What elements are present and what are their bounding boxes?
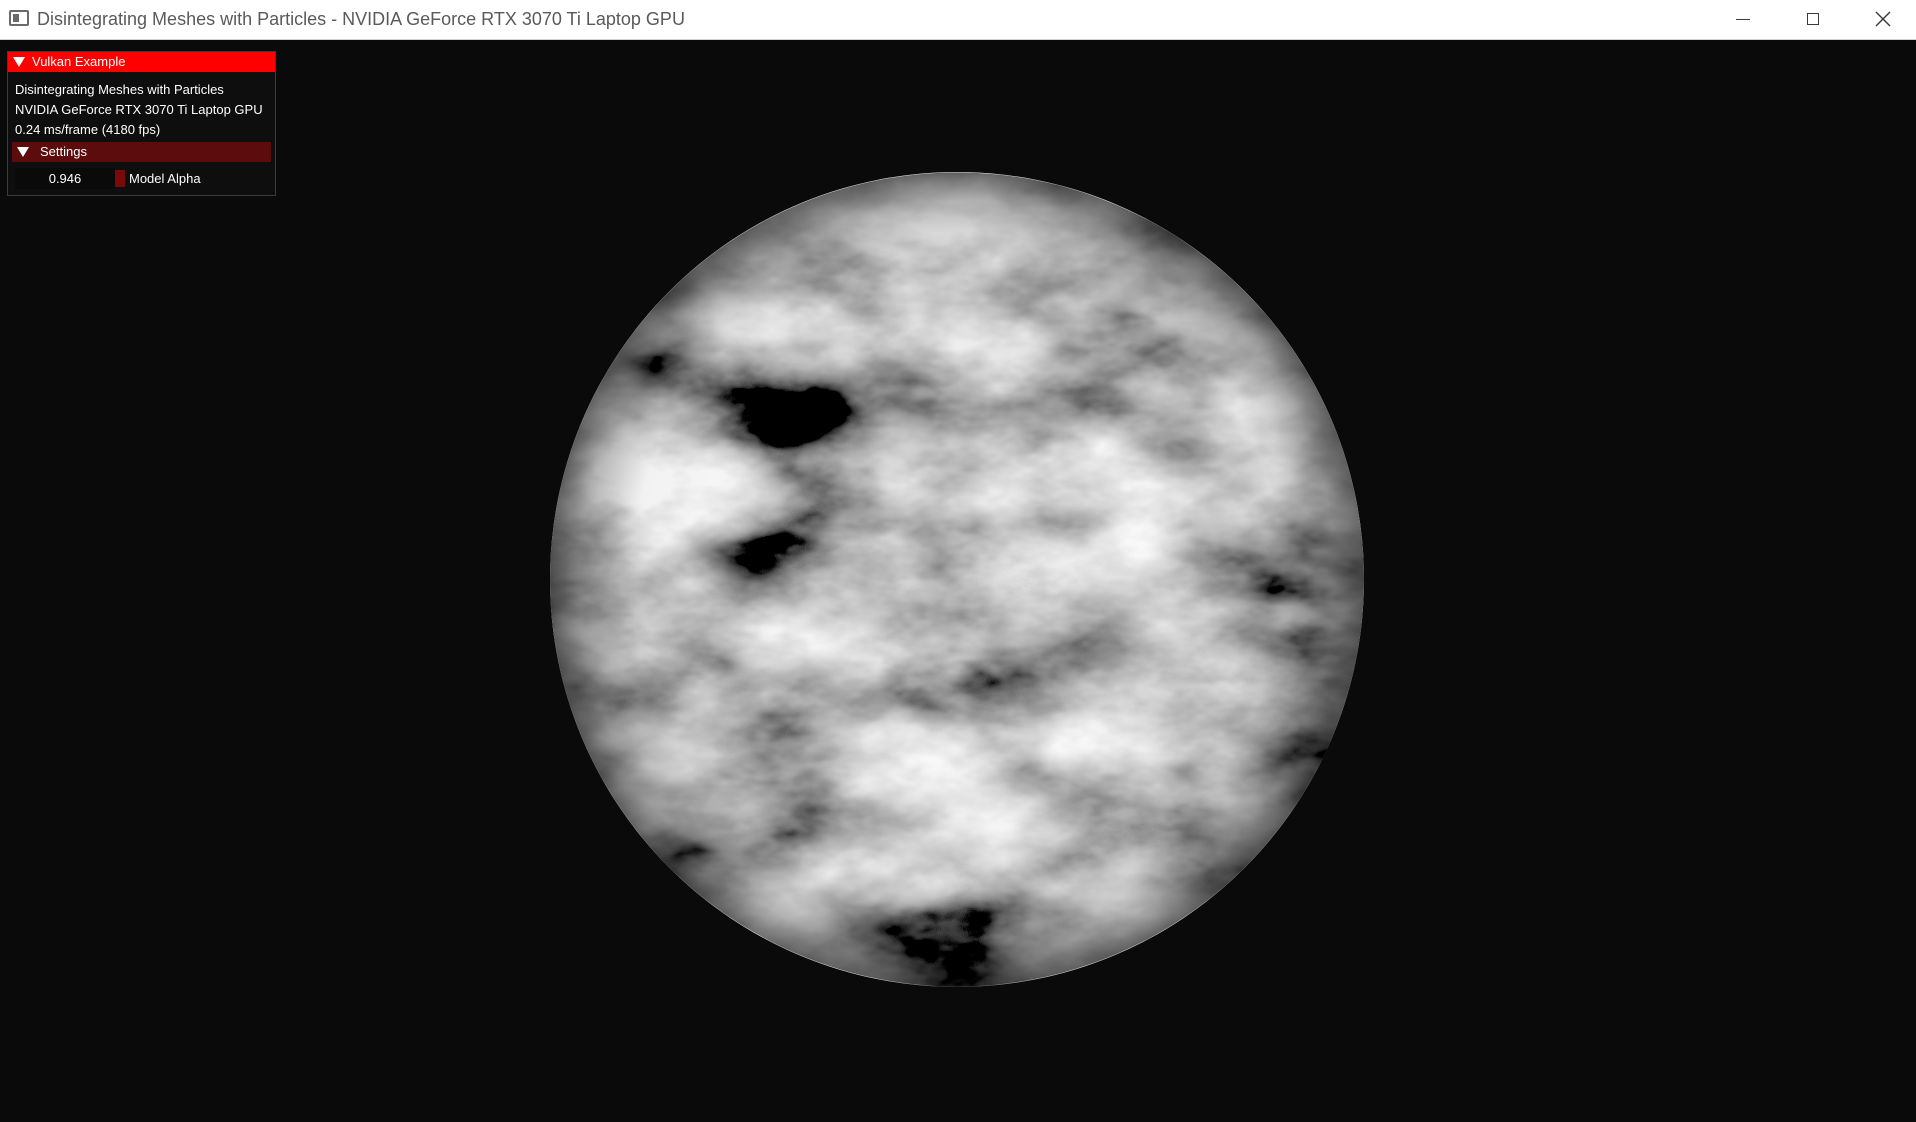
app-icon (9, 10, 29, 26)
title-bar[interactable]: Disintegrating Meshes with Particles - N… (0, 0, 1916, 40)
minimize-button[interactable] (1708, 0, 1778, 38)
close-button[interactable] (1848, 0, 1916, 38)
minimize-icon (1736, 18, 1750, 20)
model-alpha-label: Model Alpha (129, 171, 201, 186)
vulkan-example-panel[interactable]: Vulkan Example Disintegrating Meshes wit… (7, 51, 276, 196)
render-viewport[interactable] (0, 41, 1916, 1122)
maximize-button[interactable] (1778, 0, 1848, 38)
model-alpha-slider[interactable]: 0.946 (15, 168, 125, 189)
model-alpha-value: 0.946 (48, 171, 82, 186)
slider-grab-handle[interactable] (115, 170, 125, 187)
app-name-text: Disintegrating Meshes with Particles (15, 82, 224, 97)
maximize-icon (1807, 13, 1819, 25)
settings-collapsing-header[interactable]: Settings (12, 142, 271, 162)
frame-time-text: 0.24 ms/frame (4180 fps) (15, 122, 161, 137)
window-title: Disintegrating Meshes with Particles - N… (37, 9, 685, 29)
settings-label: Settings (40, 144, 87, 159)
app-window: Disintegrating Meshes with Particles - N… (0, 0, 1916, 1122)
rendered-sphere (550, 172, 1364, 987)
close-icon (1875, 11, 1891, 27)
gpu-name-text: NVIDIA GeForce RTX 3070 Ti Laptop GPU (15, 102, 263, 117)
panel-header[interactable]: Vulkan Example (8, 52, 275, 72)
settings-arrow-icon[interactable] (17, 147, 29, 157)
panel-title: Vulkan Example (32, 54, 126, 69)
collapse-arrow-icon[interactable] (13, 57, 25, 67)
